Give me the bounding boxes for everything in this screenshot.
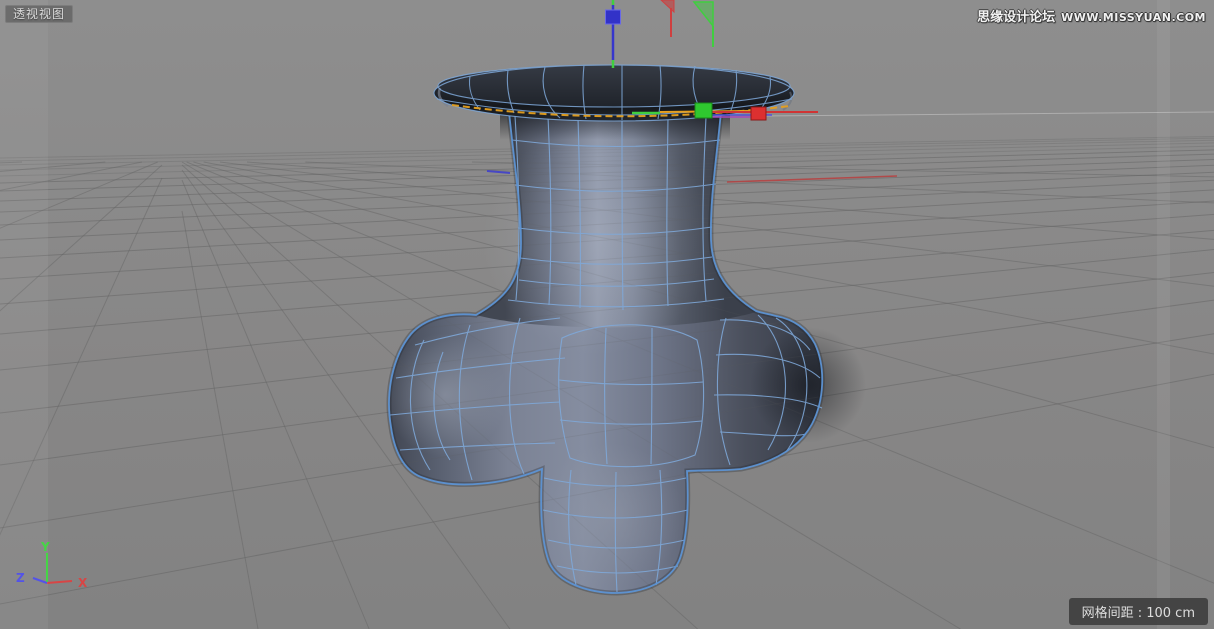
plane-handle-green-triangle[interactable] (694, 2, 713, 26)
watermark: 思缘设计论坛 WWW.MISSYUAN.COM (977, 6, 1206, 25)
axis-gizmo-x-label: X (78, 576, 88, 590)
axis-gizmo-z-line (33, 578, 47, 583)
grid-spacing-badge: 网格间距 : 100 cm (1069, 598, 1208, 625)
3d-viewport[interactable]: Y X Z 透视视图 思缘设计论坛 WWW.MISSYUAN.COM 网格间距 :… (0, 0, 1214, 629)
scale-handle-blue-cube[interactable] (606, 10, 621, 24)
model-polygon-object[interactable] (0, 65, 1214, 629)
scale-handle-red-cube[interactable] (751, 107, 766, 120)
scene-canvas[interactable]: Y X Z (0, 0, 1214, 629)
horizon-highlight-line (757, 112, 1214, 116)
axis-gizmo-x-line (47, 581, 72, 583)
axis-gizmo: Y X Z (16, 540, 88, 590)
watermark-site-name: 思缘设计论坛 (977, 10, 1055, 25)
axis-gizmo-y-label: Y (40, 540, 50, 554)
axis-gizmo-z-label: Z (16, 571, 25, 585)
plane-handle-red-triangle[interactable] (661, 0, 674, 12)
watermark-site-url: WWW.MISSYUAN.COM (1061, 11, 1206, 24)
shading-right-cap (750, 327, 866, 443)
view-menu-label[interactable]: 透视视图 (5, 5, 73, 23)
scale-handle-green-cube[interactable] (695, 103, 712, 118)
